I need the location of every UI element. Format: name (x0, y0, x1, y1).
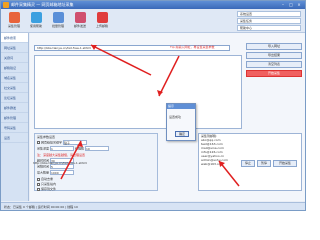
import-button[interactable]: 导入网址 (246, 43, 302, 50)
main-panel: http://bbs.tianya.cn/list-free-1.shtml T… (30, 33, 305, 201)
toolbar-label: 上传邮箱 (95, 24, 108, 28)
clear-button[interactable]: 清空列表 (246, 61, 302, 68)
toolbar-label: 邮件发送 (73, 24, 86, 28)
upload-icon (96, 12, 108, 23)
start-button[interactable]: 开始采集 (246, 70, 302, 77)
batch-icon (52, 12, 64, 23)
depth-select[interactable]: 1 (49, 146, 74, 151)
sidebar-item[interactable]: 邮件管理 (1, 113, 28, 123)
site-only-label: 只采集站内 (41, 182, 57, 186)
toolbar-button-batch[interactable]: 批量管理 (49, 12, 67, 32)
info-panel: 系统设置 采集任务 帮助中心 (237, 11, 301, 33)
sidebar-item[interactable]: 邮件搜索 (1, 33, 28, 43)
stop-button[interactable]: 停止 (241, 160, 255, 167)
sidebar-item[interactable]: 邮箱验证 (1, 63, 28, 73)
maximize-button[interactable]: □ (287, 2, 295, 8)
toolbar-button-upload[interactable]: 上传邮箱 (93, 12, 111, 32)
sidebar-item[interactable]: 域名采集 (1, 73, 28, 83)
sidebar-item[interactable]: 网址采集 (1, 43, 28, 53)
sidebar-item[interactable]: 号码采集 (1, 123, 28, 133)
dedupe-checkbox[interactable] (37, 177, 40, 181)
site-only-checkbox[interactable] (37, 182, 40, 186)
sidebar-item[interactable]: 社交采集 (1, 83, 28, 93)
collect-icon (8, 12, 20, 23)
max-value: 1000 (50, 171, 59, 175)
sidebar-item[interactable]: 论坛采集 (1, 93, 28, 103)
dedupe-label: 自动去重 (41, 177, 54, 181)
tip-text: Tip:先输入网址，再设置采集参数 (170, 45, 215, 49)
sidebar: 邮件搜索 网址采集 关键词 邮箱验证 域名采集 社交采集 论坛采集 邮件群发 邮… (1, 33, 29, 201)
sidebar-item[interactable]: 设置 (1, 133, 28, 143)
toolbar-label: 批量管理 (51, 24, 64, 28)
info-row[interactable]: 系统设置 (237, 11, 301, 17)
minimize-button[interactable]: – (279, 2, 287, 8)
max-label: 最大数量 (37, 170, 50, 175)
save-file-label: 保存到文件 (41, 187, 57, 191)
sidebar-item[interactable]: 邮件群发 (1, 103, 28, 113)
max-field[interactable]: 1000 (49, 170, 74, 175)
toolbar-button-mail[interactable]: 邮件发送 (71, 12, 89, 32)
title-bar: 邮件采集精灵 — 网页邮箱地址采集 – □ × (1, 1, 305, 9)
app-icon (3, 2, 9, 8)
help-icon (30, 12, 42, 23)
action-panel: 导入网址 导出结果 清空列表 开始采集 (246, 43, 302, 119)
url-list-area[interactable] (34, 55, 242, 129)
dialog-ok-button[interactable]: 确定 (175, 131, 189, 137)
info-row[interactable]: 采集任务 (237, 18, 301, 24)
thread-label: 线程数 (74, 146, 84, 151)
keyword-checkbox[interactable] (37, 141, 40, 144)
keyword-value: 贴子 (63, 141, 70, 145)
toolbar-label: 采集管理 (7, 24, 20, 28)
pause-button[interactable]: 暂停 (257, 160, 271, 167)
dialog-message: 设置成功 (169, 115, 182, 119)
keyword-field[interactable]: 贴子 (62, 140, 87, 145)
status-bar: 状态：已采集 0 个邮箱 | 运行时间 00:00:00 | 线程 10 (1, 202, 305, 210)
toolbar-button-help[interactable]: 使用帮助 (27, 12, 45, 32)
app-window: 邮件采集精灵 — 网页邮箱地址采集 – □ × 采集管理 使用帮助 批量管理 邮… (0, 0, 306, 211)
info-row[interactable]: 帮助中心 (237, 25, 301, 31)
message-dialog: 提示 设置成功 确定 (166, 103, 196, 141)
window-title: 邮件采集精灵 — 网页邮箱地址采集 (11, 2, 74, 7)
depth-value: 1 (50, 147, 53, 151)
warning-text: 注：深度越大采集越慢，请合理设置 (37, 153, 86, 157)
mail-icon (74, 12, 86, 23)
toolbar: 采集管理 使用帮助 批量管理 邮件发送 上传邮箱 系统设置 采集任务 帮助中心 (1, 9, 305, 33)
thread-value: 10 (85, 147, 90, 151)
close-button[interactable]: × (295, 2, 303, 8)
start-collect-button[interactable]: 开始采集 (273, 160, 297, 167)
sidebar-item[interactable]: 关键词 (1, 53, 28, 63)
export-button[interactable]: 导出结果 (246, 52, 302, 59)
bottom-url: http://bbs.tianya.cn/list-free-1.shtml (33, 161, 88, 165)
toolbar-label: 使用帮助 (29, 24, 42, 28)
depth-label: 采集深度 (37, 146, 50, 151)
toolbar-button-collect[interactable]: 采集管理 (5, 12, 23, 32)
keyword-label: 网页链接关键字 (41, 140, 63, 145)
thread-select[interactable]: 10 (84, 146, 109, 151)
save-file-checkbox[interactable] (37, 187, 40, 191)
